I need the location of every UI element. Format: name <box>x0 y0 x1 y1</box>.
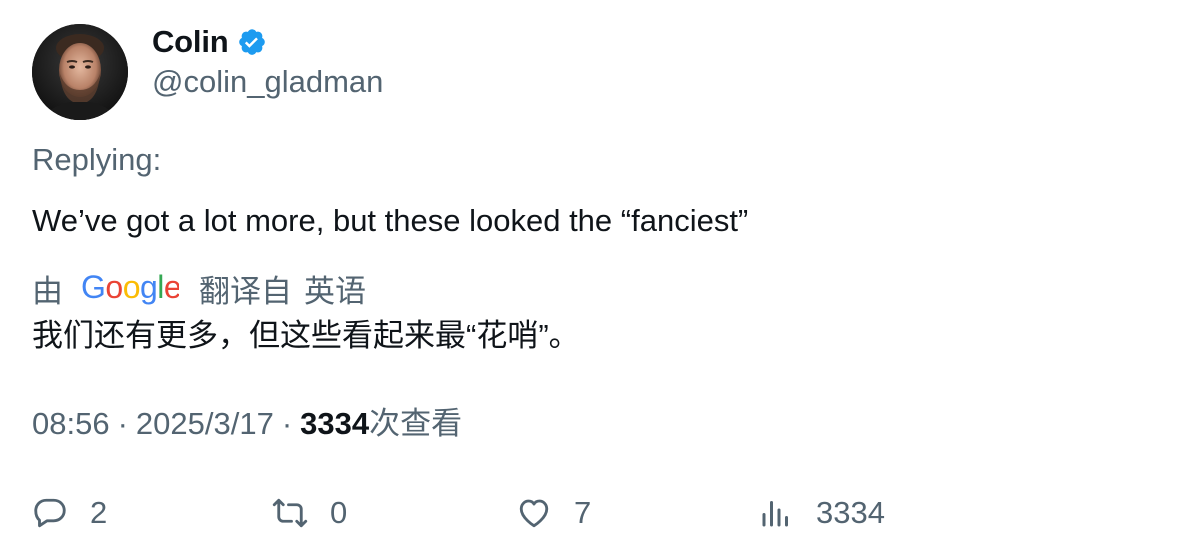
name-row: Colin <box>152 22 383 62</box>
translated-by-label: 由 <box>32 273 63 309</box>
retweet-count: 0 <box>330 495 348 530</box>
views-count: 3334 <box>300 406 370 441</box>
heart-icon <box>519 499 549 528</box>
translated-text: 我们还有更多，但这些看起来最“花哨”。 <box>32 318 580 353</box>
svg-text:Google: Google <box>81 269 179 305</box>
display-name[interactable]: Colin <box>152 24 229 60</box>
retweet-icon <box>272 498 308 528</box>
reply-icon <box>34 498 66 528</box>
avatar-image <box>32 24 128 120</box>
reply-button[interactable]: 2 <box>32 488 107 538</box>
tweet-time[interactable]: 08:56 <box>32 406 110 441</box>
reply-count: 2 <box>90 495 108 530</box>
google-logo[interactable]: Google <box>81 268 182 308</box>
verified-badge-icon <box>237 27 267 57</box>
replying-label: Replying: <box>32 142 162 177</box>
views-button[interactable]: 3334 <box>758 488 885 538</box>
tweet-text: We’ve got a lot more, but these looked t… <box>32 203 749 238</box>
tweet-meta: 08:56 · 2025/3/17 · 3334次查看 <box>32 402 462 446</box>
analytics-icon <box>762 501 788 527</box>
translation-attribution: 由 Google 翻译自 英语 <box>32 266 366 310</box>
author-info: Colin @colin_gladman <box>152 22 383 102</box>
meta-separator: · <box>281 406 293 441</box>
source-language: 英语 <box>304 273 366 309</box>
tweet-date[interactable]: 2025/3/17 <box>136 406 274 441</box>
tweet-card: Colin @colin_gladman Replying: We’ve got… <box>0 0 1196 558</box>
meta-separator: · <box>117 406 128 441</box>
like-count: 7 <box>574 495 592 530</box>
action-bar: 2 0 7 3334 <box>32 488 1172 538</box>
retweet-button[interactable]: 0 <box>272 488 347 538</box>
avatar[interactable] <box>32 24 128 120</box>
like-button[interactable]: 7 <box>516 488 591 538</box>
views-label: 次查看 <box>369 406 463 441</box>
user-handle[interactable]: @colin_gladman <box>152 62 383 102</box>
views-action-count: 3334 <box>816 495 885 530</box>
translated-from-label: 翻译自 <box>199 273 292 309</box>
